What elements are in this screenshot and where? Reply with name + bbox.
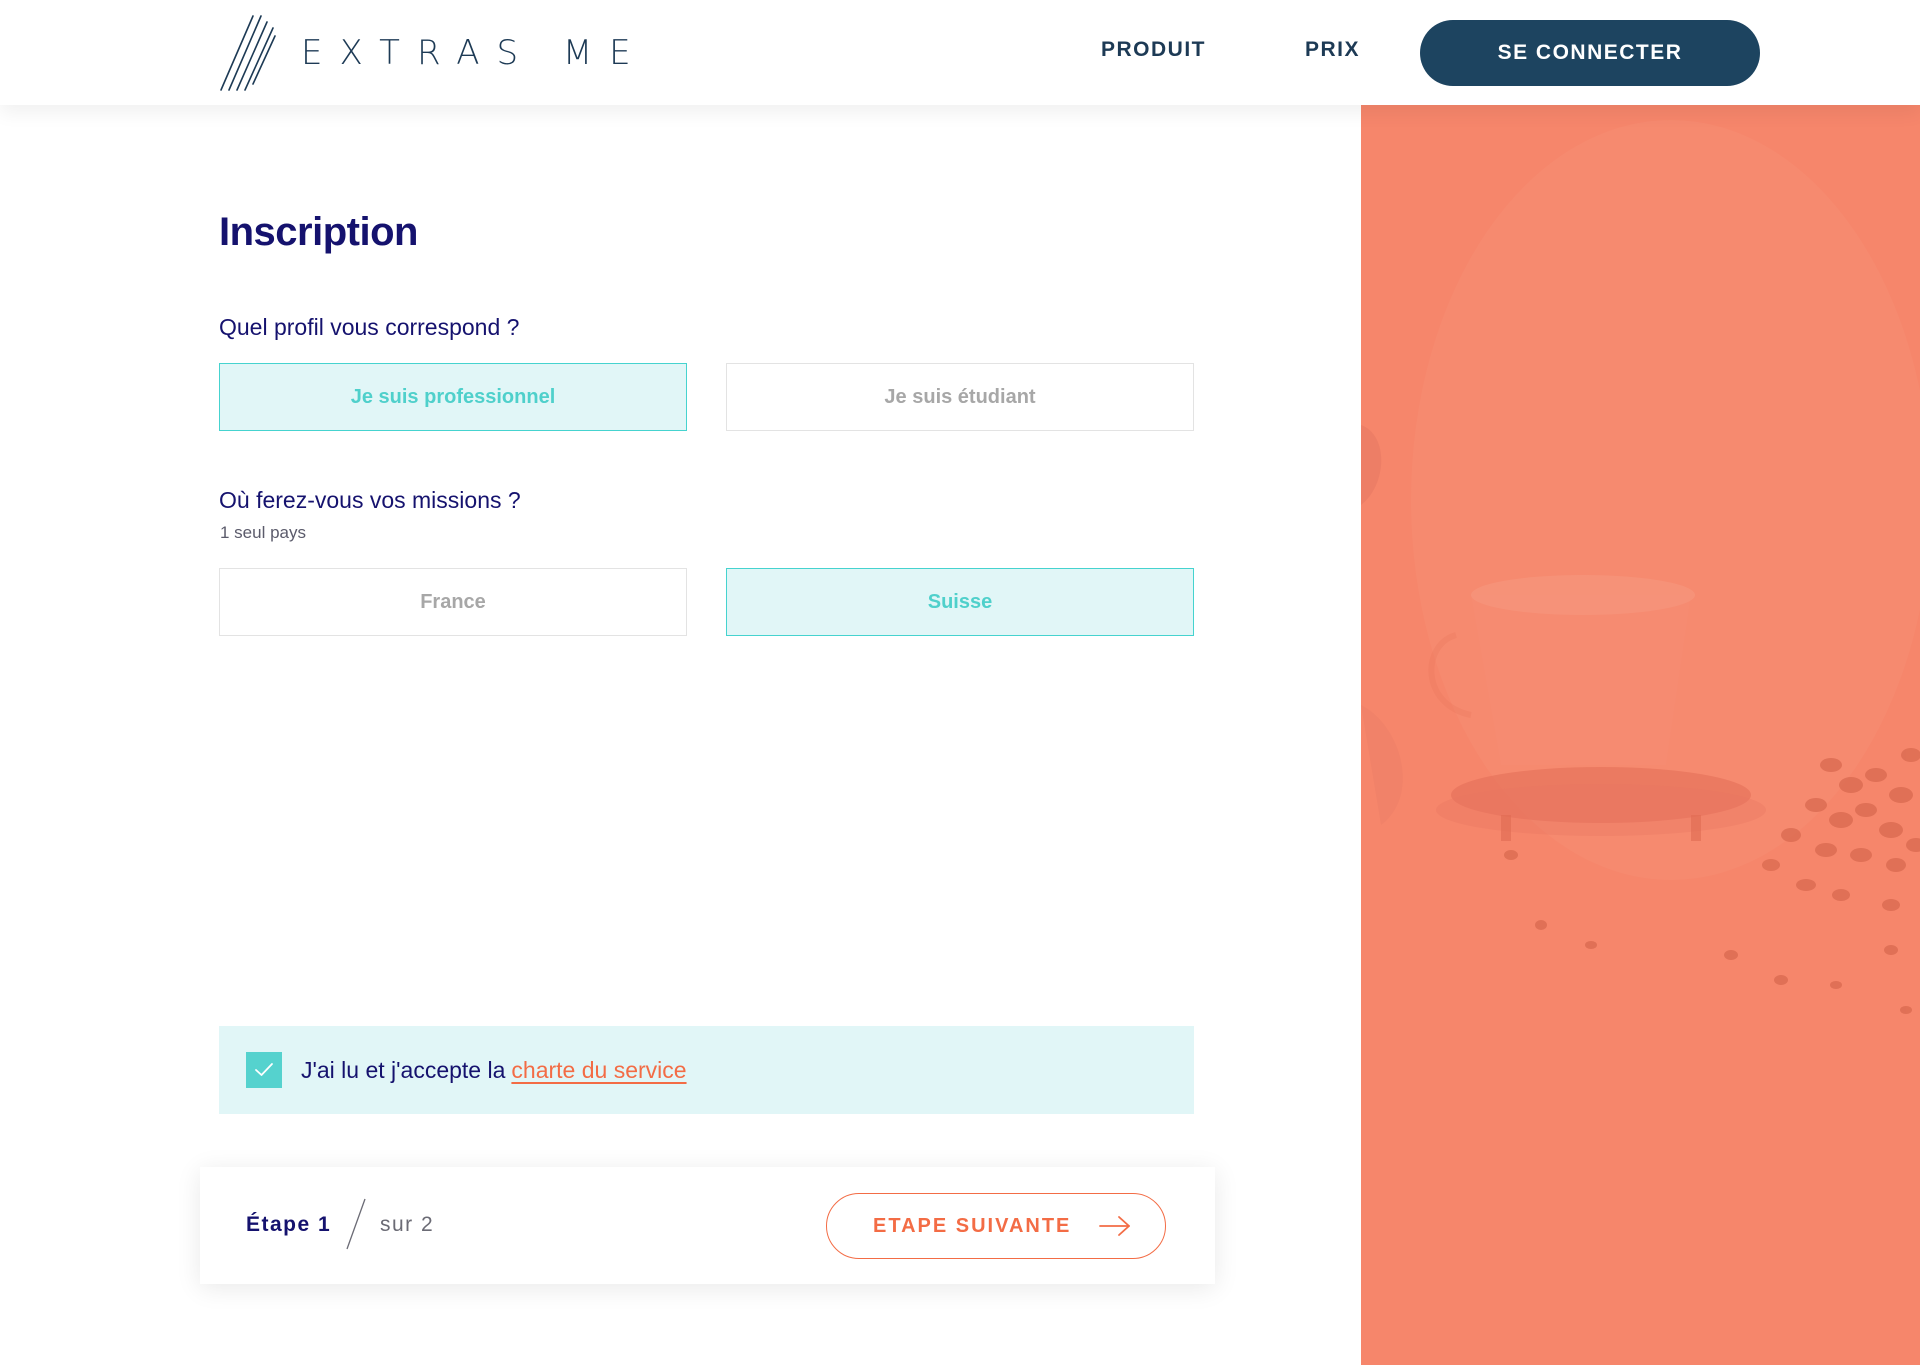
consent-checkbox[interactable]	[246, 1052, 282, 1088]
side-image-panel	[1361, 105, 1920, 1365]
logo-lines-icon	[220, 15, 276, 91]
coffee-illustration	[1361, 120, 1920, 1014]
top-header: EXTRAS ME PRODUIT PRIX SE CONNECTER	[0, 0, 1920, 105]
country-hint: 1 seul pays	[220, 523, 306, 542]
login-button[interactable]: SE CONNECTER	[1420, 20, 1760, 86]
country-option-suisse[interactable]: Suisse	[726, 568, 1194, 636]
logo[interactable]: EXTRAS ME	[219, 14, 648, 92]
arrow-right-icon	[1099, 1216, 1130, 1236]
step-current: Étape 1	[246, 1213, 332, 1236]
next-step-label: ETAPE SUIVANTE	[873, 1214, 1072, 1237]
check-icon	[255, 1063, 273, 1076]
charte-link[interactable]: charte du service	[511, 1057, 686, 1084]
logo-text: EXTRAS ME	[301, 33, 648, 73]
consent-label: J'ai lu et j'accepte la	[301, 1056, 506, 1083]
country-question: Où ferez-vous vos missions ?	[219, 487, 521, 513]
nav-produit[interactable]: PRODUIT	[1101, 38, 1206, 62]
slash-icon	[346, 1198, 366, 1250]
nav-prix[interactable]: PRIX	[1305, 38, 1360, 62]
profile-question: Quel profil vous correspond ?	[219, 314, 520, 340]
profile-option-professionnel[interactable]: Je suis professionnel	[219, 363, 687, 431]
step-footer: Étape 1 sur 2 ETAPE SUIVANTE	[200, 1167, 1215, 1284]
consent-box: J'ai lu et j'accepte la charte du servic…	[219, 1026, 1194, 1114]
next-step-button[interactable]: ETAPE SUIVANTE	[826, 1193, 1166, 1259]
country-option-france[interactable]: France	[219, 568, 687, 636]
step-total: sur 2	[380, 1213, 435, 1236]
profile-option-etudiant[interactable]: Je suis étudiant	[726, 363, 1194, 431]
page-title: Inscription	[219, 210, 418, 254]
